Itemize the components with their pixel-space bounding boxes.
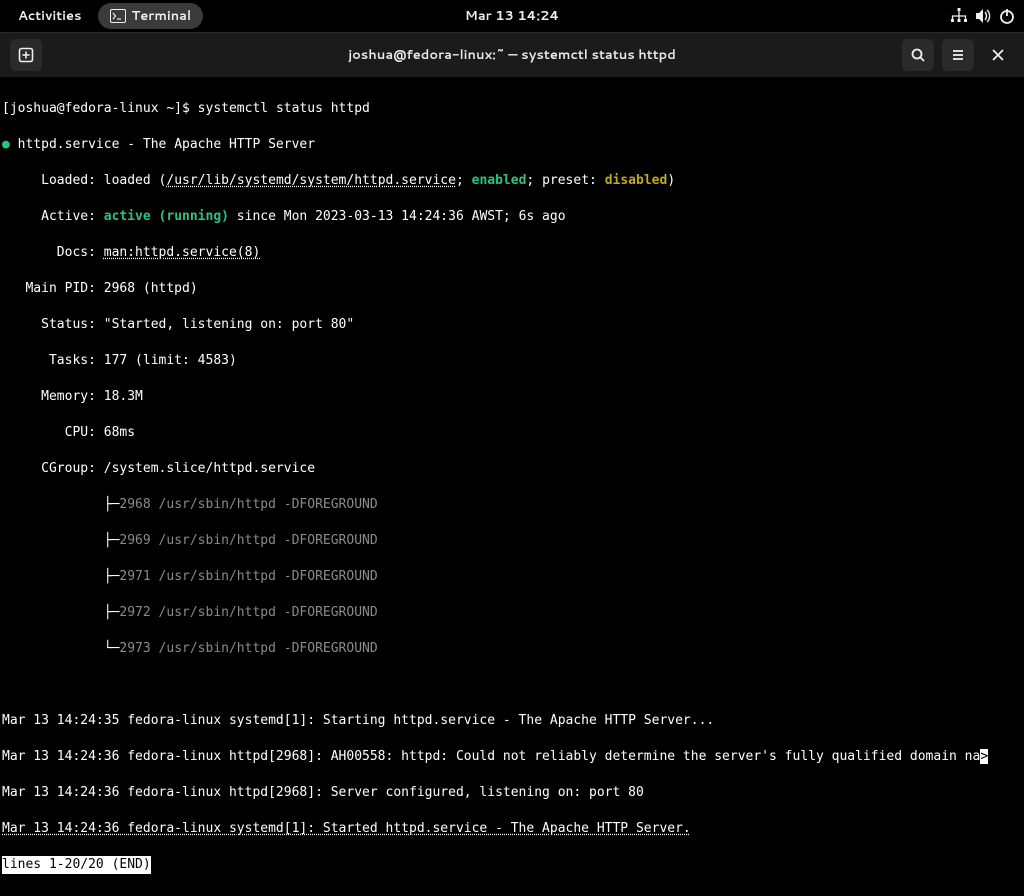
activities-button[interactable]: Activities — [8, 3, 92, 29]
main-pid-line: Main PID: 2968 (httpd) — [2, 280, 1022, 298]
enabled-state: enabled — [472, 173, 527, 188]
command-text: systemctl status httpd — [198, 101, 370, 116]
window-title: joshua@fedora-linux:~ — systemctl status… — [348, 46, 676, 64]
process-entry: 2968 /usr/sbin/httpd -DFOREGROUND — [119, 497, 377, 512]
journal-log-line: Mar 13 14:24:36 fedora-linux httpd[2968]… — [2, 784, 1022, 802]
active-label: Active: — [2, 209, 104, 224]
docs-link: man:httpd.service(8) — [104, 245, 261, 260]
status-line: Status: "Started, listening on: port 80" — [2, 316, 1022, 334]
prompt: [joshua@fedora-linux ~]$ — [2, 101, 198, 116]
active-app-label: Terminal — [132, 7, 192, 25]
terminal-output[interactable]: [joshua@fedora-linux ~]$ systemctl statu… — [0, 78, 1024, 896]
journal-log-line: Mar 13 14:24:36 fedora-linux httpd[2968]… — [2, 749, 980, 764]
search-button[interactable] — [902, 39, 934, 71]
cgroup-line: CGroup: /system.slice/httpd.service — [2, 460, 1022, 478]
loaded-label: Loaded: — [2, 173, 104, 188]
process-entry: 2969 /usr/sbin/httpd -DFOREGROUND — [119, 533, 377, 548]
volume-icon[interactable] — [974, 7, 992, 25]
new-tab-button[interactable] — [10, 39, 42, 71]
gnome-topbar: Activities Terminal Mar 13 14:24 — [0, 0, 1024, 32]
journal-log-line: Mar 13 14:24:35 fedora-linux systemd[1]:… — [2, 712, 1022, 730]
close-button[interactable] — [982, 39, 1014, 71]
preset-state: disabled — [605, 173, 668, 188]
process-entry: 2972 /usr/sbin/httpd -DFOREGROUND — [119, 605, 377, 620]
active-state: active (running) — [104, 209, 229, 224]
service-line: httpd.service - The Apache HTTP Server — [18, 137, 315, 152]
process-entry: 2973 /usr/sbin/httpd -DFOREGROUND — [119, 641, 377, 656]
pager-status: lines 1-20/20 (END) — [2, 856, 151, 874]
active-app-indicator[interactable]: Terminal — [98, 3, 204, 29]
tasks-line: Tasks: 177 (limit: 4583) — [2, 352, 1022, 370]
status-dot-icon — [2, 137, 10, 152]
line-truncation-indicator: > — [980, 749, 988, 764]
window-titlebar: joshua@fedora-linux:~ — systemctl status… — [0, 32, 1024, 78]
journal-log-line: Mar 13 14:24:36 fedora-linux systemd[1]:… — [2, 821, 691, 836]
terminal-icon — [110, 9, 126, 23]
power-icon[interactable] — [998, 7, 1016, 25]
docs-label: Docs: — [2, 245, 104, 260]
network-icon[interactable] — [950, 7, 968, 25]
unit-file-path: /usr/lib/systemd/system/httpd.service — [166, 173, 456, 188]
memory-line: Memory: 18.3M — [2, 388, 1022, 406]
hamburger-menu-button[interactable] — [942, 39, 974, 71]
clock[interactable]: Mar 13 14:24 — [465, 7, 559, 25]
process-entry: 2971 /usr/sbin/httpd -DFOREGROUND — [119, 569, 377, 584]
cpu-line: CPU: 68ms — [2, 424, 1022, 442]
active-since: since Mon 2023-03-13 14:24:36 AWST; 6s a… — [229, 209, 566, 224]
